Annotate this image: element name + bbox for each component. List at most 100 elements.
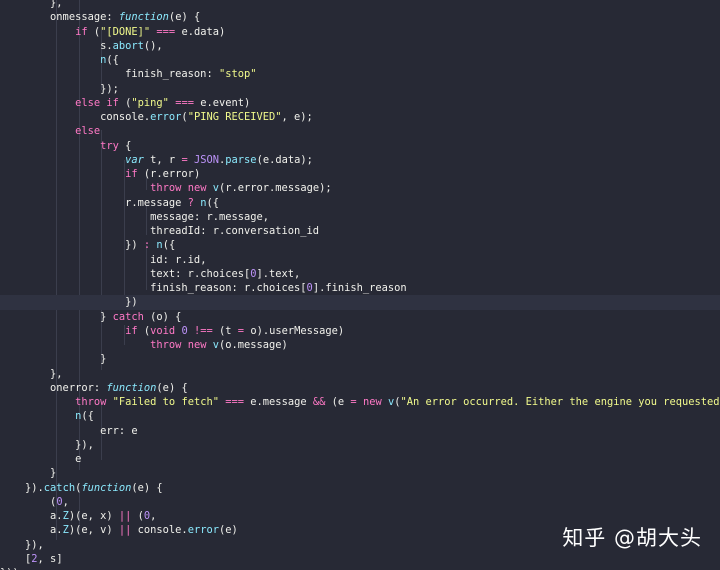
code-line[interactable]: } catch (o) { <box>0 310 720 324</box>
code-line[interactable]: }).catch(function(e) { <box>0 481 720 495</box>
code-token: }), <box>0 538 44 551</box>
code-token: if <box>125 324 138 337</box>
code-token: JSON <box>193 153 220 166</box>
code-line[interactable]: try { <box>0 139 720 153</box>
code-token: === <box>156 25 176 38</box>
code-token: id <box>0 253 163 266</box>
code-line[interactable]: onerror: function(e) { <box>0 381 720 395</box>
code-line[interactable]: }) : n({ <box>0 238 720 252</box>
code-line[interactable]: if ("[DONE]" === e.data) <box>0 25 720 39</box>
code-line[interactable]: console.error("PING RECEIVED", e); <box>0 110 720 124</box>
code-line[interactable]: } <box>0 352 720 366</box>
code-line[interactable]: err: e <box>0 424 720 438</box>
zhihu-watermark: 知乎 @胡大头 <box>562 526 702 550</box>
code-token: )(e, v) <box>68 524 119 537</box>
code-line[interactable]: if (void 0 !== (t = o).userMessage) <box>0 324 720 338</box>
code-token: "[DONE]" <box>100 25 151 38</box>
code-token: ) { <box>143 481 163 494</box>
code-token: void <box>150 324 176 337</box>
code-token: : r.choices[ <box>175 267 251 280</box>
code-line[interactable]: }), <box>0 438 720 452</box>
code-token: function <box>106 381 157 394</box>
code-token: , <box>62 495 69 508</box>
code-token: : r.choices[ <box>231 282 307 294</box>
code-token: o).userMessage) <box>244 324 345 337</box>
code-line[interactable]: [2, s] <box>0 552 720 566</box>
code-line[interactable]: })) <box>0 566 720 570</box>
code-line[interactable]: n({ <box>0 53 720 67</box>
code-token: s. <box>0 39 113 52</box>
code-line[interactable]: text: r.choices[0].text, <box>0 267 720 281</box>
code-token: if <box>75 25 88 38</box>
code-token: e <box>0 453 82 465</box>
code-token: new <box>187 339 207 351</box>
code-line[interactable]: }) <box>0 295 720 310</box>
code-token: ( <box>137 324 151 337</box>
code-line[interactable]: else <box>0 124 720 138</box>
code-line[interactable]: throw new v(r.error.message); <box>0 181 720 195</box>
code-token: ({ <box>81 410 94 423</box>
code-token: try <box>100 139 119 152</box>
code-token: "stop" <box>218 68 257 81</box>
code-token: , e); <box>281 111 313 123</box>
code-token: var <box>125 153 144 166</box>
code-token: parse <box>225 153 257 166</box>
code-token: e.event) <box>193 96 251 109</box>
code-token: ) { <box>168 381 188 394</box>
code-line[interactable]: } <box>0 466 720 480</box>
code-line[interactable]: r.message ? n({ <box>0 196 720 210</box>
code-line[interactable]: message: r.message, <box>0 210 720 224</box>
code-token: error <box>187 524 219 537</box>
code-line[interactable]: finish_reason: "stop" <box>0 67 720 81</box>
code-token: threadId <box>0 225 201 237</box>
code-token: (o.message) <box>219 339 288 351</box>
code-token: "Failed to fetch" <box>112 396 219 408</box>
code-token: } <box>0 310 113 323</box>
code-token: , s] <box>37 552 63 565</box>
code-line[interactable]: onmessage: function(e) { <box>0 10 720 24</box>
code-line[interactable]: }, <box>0 367 720 381</box>
code-token: : <box>206 68 219 81</box>
code-token: console. <box>0 111 151 123</box>
code-token: a. <box>0 524 63 537</box>
code-token: && <box>312 396 326 408</box>
code-token: : r.id, <box>162 253 207 266</box>
code-line[interactable]: threadId: r.conversation_id <box>0 224 720 238</box>
code-token: throw <box>75 396 107 408</box>
code-token: if <box>125 168 138 180</box>
code-token: ( <box>87 25 101 38</box>
code-token: } <box>0 353 107 366</box>
code-token: , <box>150 510 157 522</box>
code-line[interactable]: id: r.id, <box>0 253 720 267</box>
code-token: (o) { <box>143 310 182 323</box>
code-token: }). <box>0 481 44 494</box>
code-line[interactable]: }); <box>0 82 720 96</box>
code-token: e.message <box>244 396 313 408</box>
code-token: === <box>225 396 245 408</box>
code-line[interactable]: if (r.error) <box>0 167 720 181</box>
code-line[interactable]: finish_reason: r.choices[0].finish_reaso… <box>0 281 720 295</box>
code-line[interactable]: throw "Failed to fetch" === e.message &&… <box>0 395 720 409</box>
code-token: function <box>118 11 169 24</box>
code-line[interactable]: var t, r = JSON.parse(e.data); <box>0 153 720 167</box>
code-token: else <box>75 125 101 138</box>
code-token: === <box>175 96 194 109</box>
code-token: catch <box>112 310 144 323</box>
code-editor[interactable]: }, onmessage: function(e) { if ("[DONE]"… <box>0 0 720 570</box>
code-token: message <box>0 210 194 223</box>
code-line[interactable]: throw new v(o.message) <box>0 338 720 352</box>
code-line[interactable]: else if ("ping" === e.event) <box>0 96 720 110</box>
code-token: { <box>118 139 132 152</box>
code-line[interactable]: e <box>0 452 720 466</box>
code-line[interactable]: s.abort(), <box>0 39 720 53</box>
code-line[interactable]: n({ <box>0 409 720 423</box>
code-line[interactable]: }, <box>0 0 720 10</box>
code-line[interactable]: (0, <box>0 495 720 509</box>
code-token: ( <box>0 495 57 508</box>
